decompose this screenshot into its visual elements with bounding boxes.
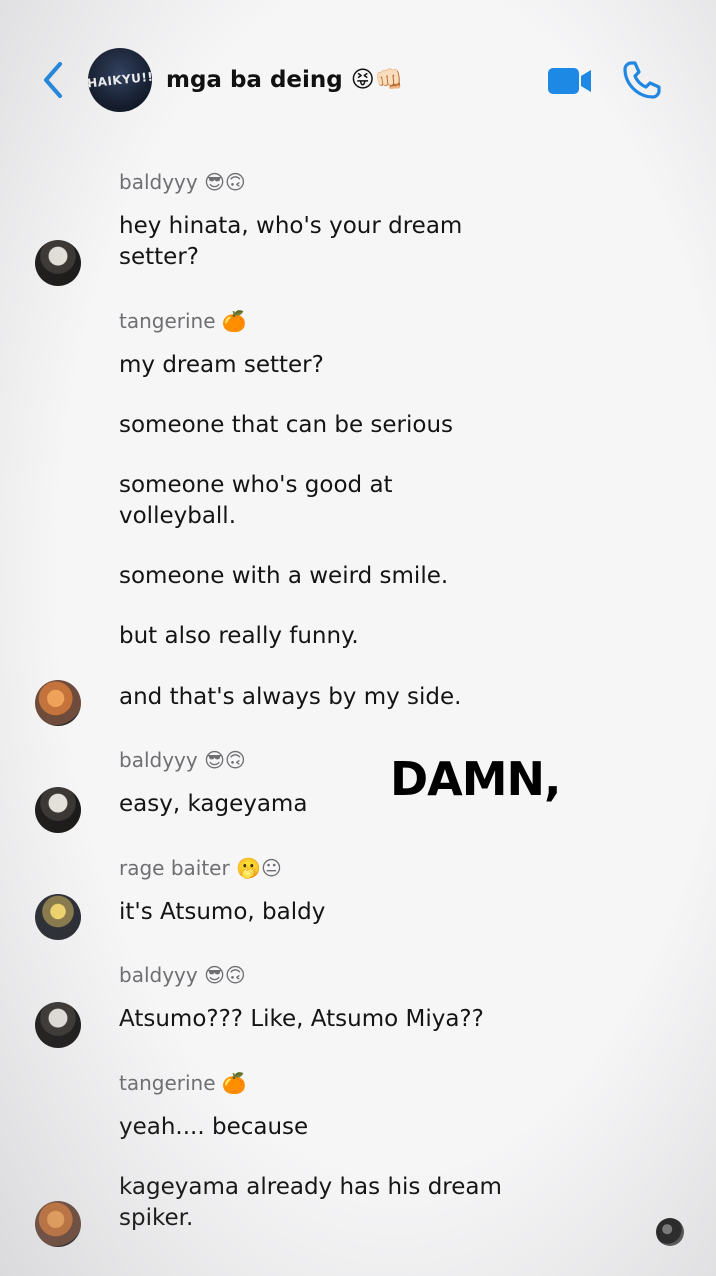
avatar[interactable] — [35, 240, 81, 286]
sender-name: baldyyy 😎🙃 — [119, 748, 246, 772]
message-text[interactable]: someone with a weird smile. — [119, 561, 519, 592]
sender-name: tangerine 🍊 — [119, 309, 247, 333]
message-text[interactable]: someone that can be serious — [119, 410, 519, 441]
phone-icon — [623, 61, 661, 99]
sender-name: baldyyy 😎🙃 — [119, 963, 246, 987]
back-button[interactable] — [38, 60, 68, 100]
message-text[interactable]: yeah.... because — [119, 1112, 519, 1143]
video-camera-icon — [548, 68, 591, 94]
avatar[interactable] — [35, 680, 81, 726]
overlay-caption: DAMN, — [390, 752, 562, 806]
message-text[interactable]: and that's always by my side. — [119, 682, 519, 713]
message-text[interactable]: someone who's good at volleyball. — [119, 470, 449, 532]
video-call-button[interactable] — [547, 66, 593, 96]
audio-call-button[interactable] — [622, 60, 662, 100]
message-text[interactable]: but also really funny. — [119, 621, 519, 652]
chat-header: HAIKYU!! mga ba deing 😝👊🏻 — [0, 0, 716, 140]
chevron-left-icon — [44, 62, 62, 98]
watermark-logo — [656, 1218, 684, 1246]
avatar[interactable] — [35, 1201, 81, 1247]
chat-title[interactable]: mga ba deing 😝👊🏻 — [166, 66, 403, 93]
sender-name: rage baiter 🫢😐 — [119, 856, 282, 880]
message-text[interactable]: kageyama already has his dream spiker. — [119, 1172, 519, 1234]
message-text[interactable]: it's Atsumo, baldy — [119, 897, 519, 928]
group-avatar[interactable]: HAIKYU!! — [88, 48, 152, 112]
avatar[interactable] — [35, 894, 81, 940]
sender-name: baldyyy 😎🙃 — [119, 170, 246, 194]
message-text[interactable]: hey hinata, who's your dream setter? — [119, 211, 519, 273]
avatar[interactable] — [35, 1002, 81, 1048]
group-avatar-text: HAIKYU!! — [88, 69, 152, 91]
message-text[interactable]: my dream setter? — [119, 350, 519, 381]
avatar[interactable] — [35, 787, 81, 833]
message-text[interactable]: easy, kageyama — [119, 789, 369, 820]
message-text[interactable]: Atsumo??? Like, Atsumo Miya?? — [119, 1004, 559, 1035]
sender-name: tangerine 🍊 — [119, 1071, 247, 1095]
